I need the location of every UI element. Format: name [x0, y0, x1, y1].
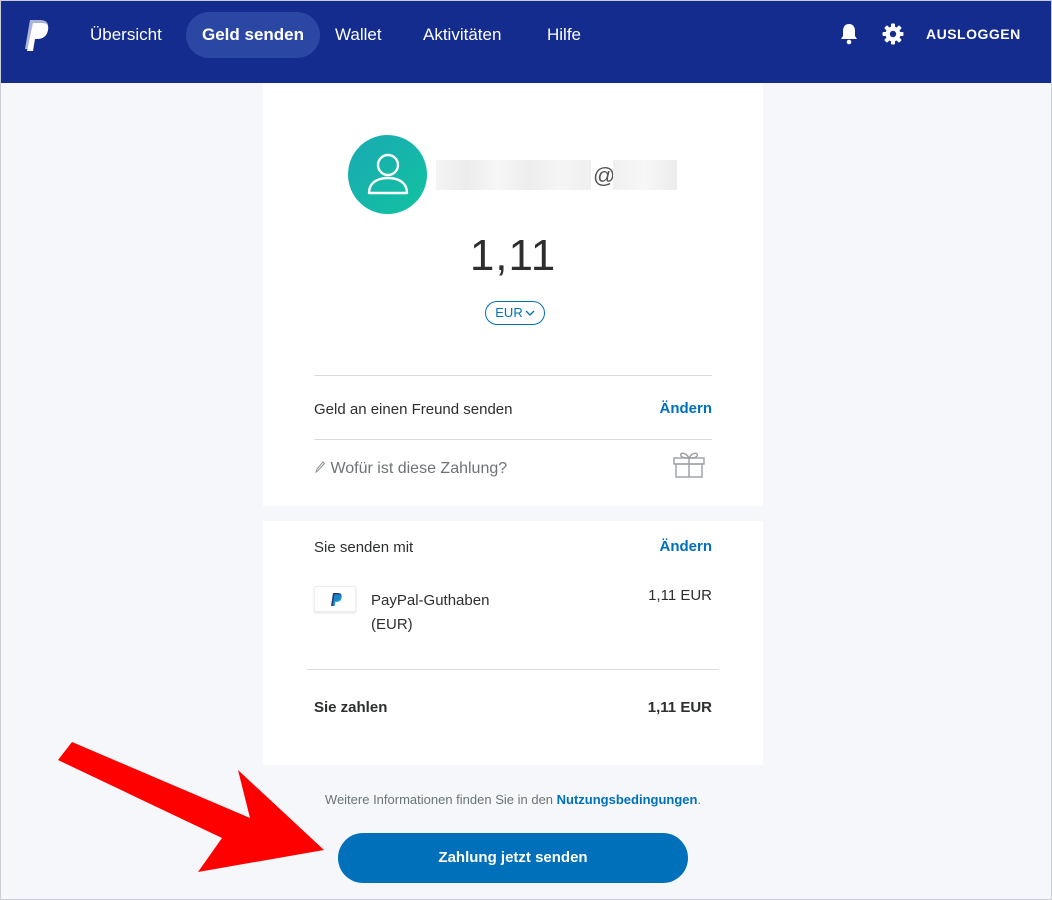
recipient-email-at: @: [593, 163, 616, 188]
divider: [307, 669, 719, 670]
chevron-down-icon: [525, 310, 535, 316]
terms-link[interactable]: Nutzungsbedingungen: [557, 792, 698, 807]
payment-note-placeholder: Wofür ist diese Zahlung?: [330, 460, 508, 477]
terms-suffix: .: [697, 792, 702, 807]
nav-wallet[interactable]: Wallet: [319, 12, 398, 58]
terms-prefix: Weitere Informationen finden Sie in den: [324, 792, 557, 807]
divider: [314, 375, 712, 376]
pencil-icon: [315, 461, 326, 474]
logout-button[interactable]: AUSLOGGEN: [926, 26, 1021, 42]
funding-title: Sie senden mit: [314, 539, 414, 556]
funding-source-name-text: PayPal-Guthaben: [371, 592, 490, 609]
payment-details-card: @ 1,11 EUR Geld an einen Freund senden Ä…: [263, 83, 763, 506]
user-icon: [367, 153, 409, 195]
funding-source-currency: (EUR): [371, 616, 413, 633]
top-navigation-bar: Übersicht Geld senden Wallet Aktivitäten…: [0, 0, 1052, 83]
paypal-logo[interactable]: [22, 18, 50, 52]
bell-icon[interactable]: [837, 22, 861, 46]
total-label: Sie zahlen: [314, 699, 388, 716]
gift-icon[interactable]: [671, 449, 707, 479]
currency-label: EUR: [495, 305, 523, 320]
red-arrow-annotation: [58, 742, 324, 872]
funding-source-card: Sie senden mit Ändern PayPal-Guthaben (E…: [263, 521, 763, 765]
payment-note-field[interactable]: Wofür ist diese Zahlung?: [314, 460, 507, 478]
nav-hilfe[interactable]: Hilfe: [531, 12, 597, 58]
total-amount: 1,11 EUR: [647, 699, 712, 716]
divider: [314, 439, 712, 440]
paypal-logo-small-icon: [331, 593, 342, 606]
change-payment-type-link[interactable]: Ändern: [660, 400, 713, 417]
currency-selector[interactable]: EUR: [485, 301, 545, 325]
gear-icon[interactable]: [881, 22, 905, 46]
change-funding-link[interactable]: Ändern: [660, 538, 713, 555]
send-payment-button[interactable]: Zahlung jetzt senden: [338, 833, 688, 883]
payment-type-label: Geld an einen Freund senden: [314, 401, 513, 418]
funding-source-name: PayPal-Guthaben (EUR): [371, 589, 521, 637]
nav-geld-senden[interactable]: Geld senden: [186, 12, 321, 58]
paypal-balance-badge: [314, 586, 356, 612]
payment-amount[interactable]: 1,11: [263, 231, 763, 281]
recipient-avatar: [348, 135, 427, 214]
nav-uebersicht[interactable]: Übersicht: [74, 12, 178, 58]
funding-source-amount: 1,11 EUR: [648, 587, 712, 604]
nav-aktivitaeten[interactable]: Aktivitäten: [407, 12, 517, 58]
recipient-email-redacted: [436, 160, 591, 190]
recipient-domain-redacted: [613, 160, 677, 190]
